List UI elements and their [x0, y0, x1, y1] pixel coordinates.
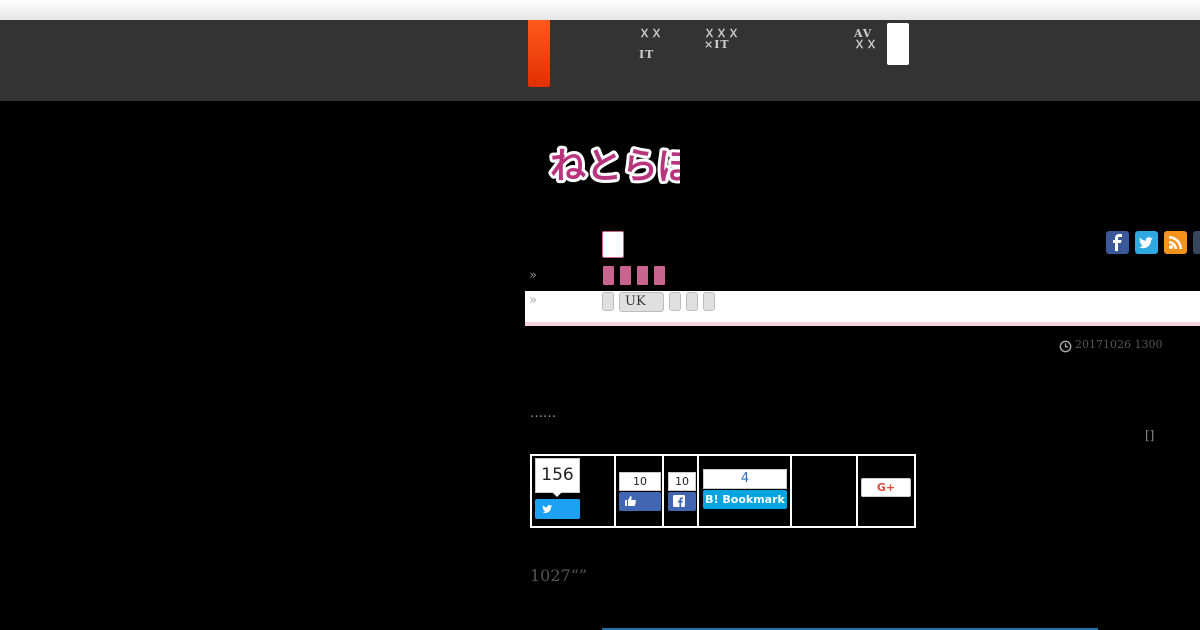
share-divider — [614, 456, 616, 526]
share-divider — [856, 456, 858, 526]
hatena-bookmark-label: Bookmark — [722, 493, 785, 506]
nav-item-av[interactable]: AV ＸＸ — [854, 28, 878, 50]
nav-item-line2: ×IT — [704, 38, 730, 51]
share-divider — [790, 456, 792, 526]
tag-uk[interactable]: UK — [619, 292, 664, 312]
search-input[interactable] — [887, 23, 909, 65]
hatena-b-icon: B! — [705, 493, 719, 506]
top-strip — [0, 0, 1200, 21]
home-tab[interactable] — [528, 20, 550, 87]
rss-icon[interactable] — [1164, 231, 1187, 254]
category-tag[interactable] — [620, 266, 631, 285]
article-timestamp: 20171026 1300 — [1075, 338, 1163, 351]
twitter-icon — [542, 505, 553, 513]
nav-item-it[interactable]: ＸＸ IT — [639, 28, 663, 60]
breadcrumb-arrow: » — [529, 268, 537, 283]
facebook-like-button[interactable] — [619, 492, 661, 511]
tag-button[interactable] — [669, 292, 681, 311]
nav-item-x-it[interactable]: ＸＸＸ ×IT — [704, 28, 740, 50]
hatena-bookmark-button[interactable]: B! Bookmark — [703, 490, 787, 509]
facebook-share-button[interactable] — [668, 492, 696, 511]
nav-item-line1: ＸＸ — [639, 27, 663, 40]
google-plus-button[interactable]: G+ — [861, 478, 911, 497]
tweet-button[interactable] — [535, 499, 580, 519]
article-lead: …… — [530, 406, 556, 421]
share-divider — [697, 456, 699, 526]
tag-button[interactable] — [703, 292, 715, 311]
twitter-icon[interactable] — [1135, 231, 1158, 254]
facebook-icon — [673, 495, 685, 507]
facebook-share-count: 10 — [668, 472, 696, 491]
article-subheading: 1027“” — [530, 566, 588, 585]
share-divider — [662, 456, 664, 526]
hatena-count: 4 — [703, 469, 787, 489]
tweet-count: 156 — [535, 458, 580, 493]
nav-item-line2: IT — [639, 48, 655, 61]
tweet-count-pointer — [552, 492, 562, 497]
category-tag[interactable] — [637, 266, 648, 285]
category-tag[interactable] — [603, 266, 614, 285]
site-header — [0, 20, 1200, 101]
tag-button[interactable] — [686, 292, 698, 311]
netorabo-logo[interactable]: ねとらぼ ねとらぼ — [548, 138, 680, 192]
clock-icon — [1059, 338, 1072, 353]
facebook-icon[interactable] — [1106, 231, 1129, 254]
like-count: 10 — [619, 472, 661, 491]
category-tag[interactable] — [654, 266, 665, 285]
nav-item-line2: ＸＸ — [854, 38, 878, 51]
thumbs-up-icon — [625, 496, 636, 506]
image-caption-bracket: [] — [1145, 428, 1155, 442]
tumblr-icon[interactable] — [1193, 231, 1200, 254]
tag-button[interactable] — [602, 292, 614, 311]
category-tab-active[interactable] — [602, 231, 624, 258]
breadcrumb-arrow: » — [529, 293, 537, 308]
logo-text: ねとらぼ — [550, 146, 680, 187]
